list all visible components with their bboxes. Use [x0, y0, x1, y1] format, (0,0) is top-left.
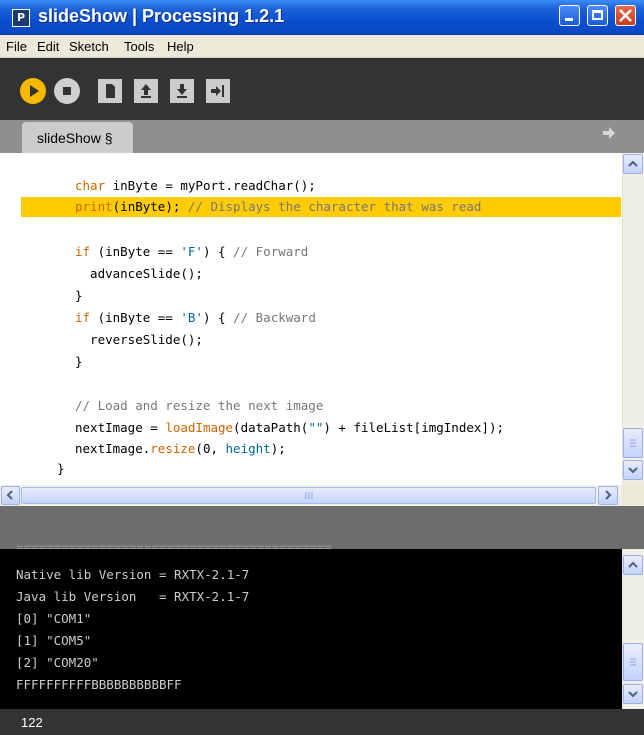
code-token: (dataPath(	[233, 420, 309, 435]
code-token: }	[75, 354, 83, 369]
code-token: nextImage.	[75, 441, 151, 456]
code-line: nextImage.resize(0, height);	[75, 441, 286, 456]
console-scroll-thumb[interactable]	[623, 643, 643, 681]
chevron-up-icon	[628, 160, 638, 167]
code-line: if (inByte == 'F') { // Forward	[75, 244, 308, 259]
run-button[interactable]	[20, 78, 46, 104]
console-line: Java lib Version = RXTX-2.1-7	[16, 589, 250, 604]
chevron-up-icon	[628, 561, 638, 568]
code-token: if	[75, 244, 91, 259]
code-line: char inByte = myPort.readChar();	[75, 178, 316, 193]
menu-help[interactable]: Help	[167, 39, 194, 54]
close-icon	[619, 9, 632, 22]
code-line: nextImage = loadImage(dataPath("") + fil…	[75, 420, 504, 435]
tab-menu-arrow-icon[interactable]	[601, 125, 617, 141]
scroll-corner	[622, 485, 644, 506]
console-line: [2] "COM20"	[16, 655, 99, 670]
save-button[interactable]	[170, 79, 194, 103]
chevron-left-icon	[6, 490, 13, 500]
console-line: [0] "COM1"	[16, 611, 92, 626]
console-line: FFFFFFFFFFBBBBBBBBBBFF	[16, 677, 182, 692]
run-icon	[30, 85, 39, 97]
code-token: ) {	[202, 244, 234, 259]
code-token: }	[75, 288, 83, 303]
code-token: // Forward	[233, 244, 309, 259]
console-line: Native lib Version = RXTX-2.1-7	[16, 567, 250, 582]
code-line: if (inByte == 'B') { // Backward	[75, 310, 316, 325]
minimize-icon	[565, 18, 573, 21]
code-token: char	[75, 178, 106, 193]
code-token: 'F'	[180, 244, 203, 259]
toolbar	[0, 58, 644, 120]
grip-icon	[630, 658, 636, 666]
stop-button[interactable]	[54, 78, 80, 104]
code-token: print	[75, 199, 113, 214]
closing-brace: }	[57, 461, 65, 476]
code-line: // Load and resize the next image	[75, 398, 323, 413]
code-token: advanceSlide();	[75, 266, 203, 281]
menu-edit[interactable]: Edit	[37, 39, 59, 54]
console-separator: ========================================…	[16, 541, 333, 553]
code-line: }	[75, 288, 83, 303]
code-token: (0,	[195, 441, 226, 456]
stop-icon	[63, 87, 71, 95]
menu-bar: File Edit Sketch Tools Help	[0, 35, 644, 58]
close-button[interactable]	[615, 5, 636, 26]
code-token: (inByte);	[112, 199, 188, 214]
code-token: if	[75, 310, 91, 325]
menu-sketch[interactable]: Sketch	[69, 39, 109, 54]
scroll-right-button[interactable]	[598, 486, 618, 505]
code-token: height	[225, 441, 271, 456]
tab-label: slideShow §	[37, 130, 113, 146]
scroll-left-button[interactable]	[1, 486, 20, 505]
minimize-button[interactable]	[559, 5, 580, 26]
editor-scroll-up-button[interactable]	[623, 154, 643, 174]
code-line: reverseSlide();	[75, 332, 203, 347]
code-token: reverseSlide();	[75, 332, 203, 347]
chevron-down-icon	[628, 691, 638, 698]
grip-icon	[630, 439, 636, 447]
menu-tools[interactable]: Tools	[124, 39, 154, 54]
chevron-right-icon	[605, 490, 612, 500]
window-title: slideShow | Processing 1.2.1	[38, 6, 285, 26]
code-token: loadImage	[165, 420, 234, 435]
code-token: ) + fileList[imgIndex]);	[323, 420, 504, 435]
status-bar	[0, 709, 644, 735]
console-scroll-up-button[interactable]	[623, 555, 643, 575]
code-token: (inByte ==	[90, 310, 181, 325]
line-number: 122	[21, 715, 43, 730]
new-file-icon	[106, 84, 115, 98]
grip-icon	[305, 492, 313, 499]
code-line: }	[75, 354, 83, 369]
save-icon	[177, 84, 187, 98]
new-button[interactable]	[98, 79, 122, 103]
code-token: // Backward	[233, 310, 316, 325]
chevron-down-icon	[628, 467, 638, 474]
code-line: print(inByte); // Displays the character…	[75, 199, 481, 214]
processing-app-icon[interactable]: P	[12, 9, 30, 27]
code-token: resize	[150, 441, 196, 456]
code-line: advanceSlide();	[75, 266, 203, 281]
code-token: ) {	[202, 310, 234, 325]
code-token: (inByte ==	[90, 244, 181, 259]
code-token: // Load and resize the next image	[75, 398, 324, 413]
code-token: nextImage =	[75, 420, 166, 435]
console-scroll-down-button[interactable]	[623, 684, 643, 704]
code-token: );	[270, 441, 286, 456]
open-icon	[141, 84, 151, 98]
editor-scroll-thumb[interactable]	[623, 428, 643, 458]
code-token: 'B'	[180, 310, 203, 325]
console-line: [1] "COM5"	[16, 633, 92, 648]
code-token: // Displays the character that was read	[187, 199, 482, 214]
export-icon	[211, 85, 224, 97]
maximize-icon	[592, 10, 603, 20]
editor-scroll-down-button[interactable]	[623, 460, 643, 480]
code-token: inByte = myPort.readChar();	[105, 178, 316, 193]
menu-file[interactable]: File	[6, 39, 27, 54]
export-button[interactable]	[206, 79, 230, 103]
open-button[interactable]	[134, 79, 158, 103]
horizontal-scroll-thumb[interactable]	[21, 487, 596, 504]
maximize-button[interactable]	[587, 5, 608, 26]
code-token: ""	[308, 420, 324, 435]
